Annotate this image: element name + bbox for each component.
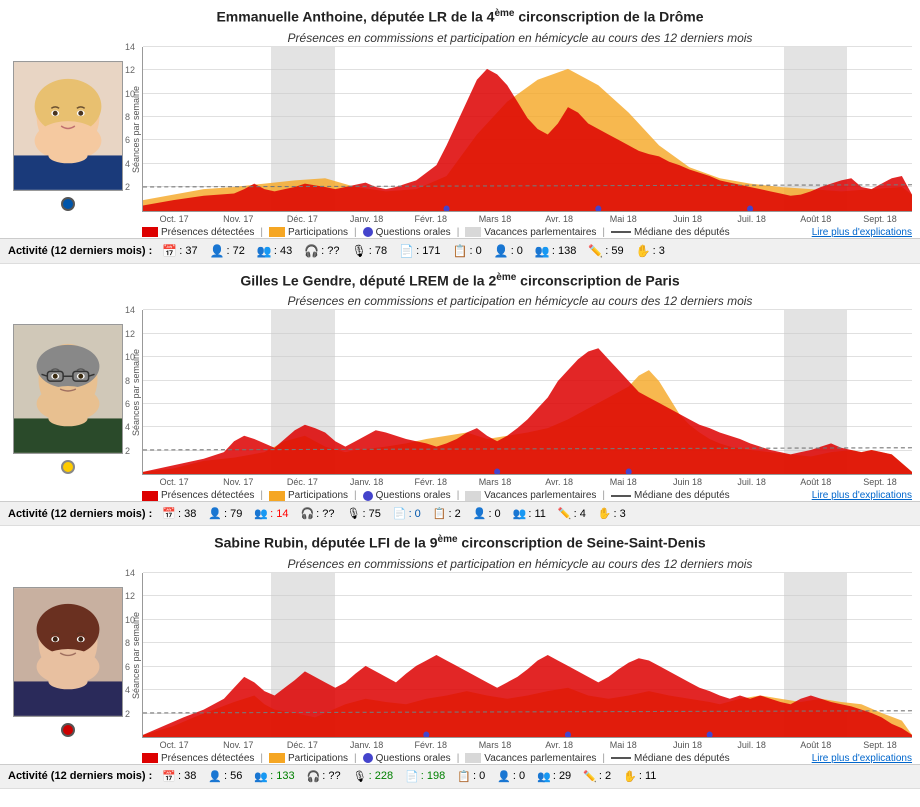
legend-color-participations (269, 227, 285, 237)
x-axis-anthoine: Oct. 17 Nov. 17 Déc. 17 Janv. 18 Févr. 1… (142, 212, 912, 224)
ar-0: 📅: 38 (162, 770, 196, 783)
ar-3: 🎧: ?? (307, 770, 341, 783)
chart-title-anthoine: Présences en commissions et participatio… (128, 31, 912, 45)
deputy-anthoine: Emmanuelle Anthoine, députée LR de la 4è… (0, 0, 920, 264)
x-axis-legendre: Oct. 17 Nov. 17 Déc. 17 Janv. 18 Févr. 1… (142, 475, 912, 487)
chart-wrapper-legendre: Séances par semaine 2 4 6 8 10 12 14 (128, 310, 912, 475)
legend-vacances-2: Vacances parlementaires (465, 490, 596, 501)
ar-1: 👤: 56 (208, 770, 242, 783)
legend-presences-3: Présences détectées (142, 753, 254, 764)
activity-label-legendre: Activité (12 derniers mois) : (8, 508, 152, 520)
legend-questions-3: Questions orales (363, 753, 451, 764)
al-0: 📅: 38 (162, 507, 196, 520)
photo-legendre (13, 324, 123, 454)
legend-mediane-2: Médiane des députés (611, 490, 730, 501)
legend-participations-3: Participations (269, 753, 348, 764)
chart-wrapper-anthoine: Séances par semaine 2 4 6 8 10 12 14 (128, 47, 912, 212)
ar-10: ✋: 11 (623, 770, 656, 783)
photo-col-rubin (8, 557, 128, 737)
photo-rubin (13, 587, 123, 717)
x-axis-rubin: Oct. 17 Nov. 17 Déc. 17 Janv. 18 Févr. 1… (142, 738, 912, 750)
chart-wrapper-rubin: Séances par semaine 2 4 6 8 10 12 14 (128, 573, 912, 738)
legend-questions: Questions orales (363, 227, 451, 238)
activity-label-anthoine: Activité (12 derniers mois) : (8, 245, 152, 257)
party-dot-rubin (61, 723, 75, 737)
chart-area-rubin: Présences en commissions et participatio… (0, 557, 920, 764)
deputy-rubin: Sabine Rubin, députée LFI de la 9ème cir… (0, 526, 920, 789)
chart-container-legendre: Présences en commissions et participatio… (128, 294, 912, 501)
chart-inner-rubin: 2 4 6 8 10 12 14 (142, 573, 912, 738)
legend-vacances: Vacances parlementaires (465, 227, 596, 238)
legend-dot-questions (363, 227, 373, 237)
deputy-legendre-title: Gilles Le Gendre, député LREM de la 2ème… (0, 272, 920, 289)
party-dot-anthoine (61, 197, 75, 211)
photo-col-anthoine (8, 31, 128, 211)
ar-5: 📄: 198 (405, 770, 445, 783)
activity-bar-anthoine: Activité (12 derniers mois) : 📅: 37 👤: 7… (0, 238, 920, 263)
activity-bar-legendre: Activité (12 derniers mois) : 📅: 38 👤: 7… (0, 501, 920, 525)
al-4: 🎙: 75 (347, 507, 381, 520)
photo-anthoine (13, 61, 123, 191)
al-10: ✋: 3 (598, 507, 626, 520)
deputy-legendre: Gilles Le Gendre, député LREM de la 2ème… (0, 264, 920, 527)
activity-item-3: 🎧: ?? (304, 244, 339, 258)
legend-mediane-3: Médiane des députés (611, 753, 730, 764)
party-dot-legendre (61, 460, 75, 474)
legend-color-presences (142, 227, 158, 237)
photo-col-legendre (8, 294, 128, 474)
legend-presences-2: Présences détectées (142, 490, 254, 501)
al-1: 👤: 79 (208, 507, 242, 520)
activity-item-8: 👥: 138 (535, 244, 576, 258)
al-2: 👥: 14 (254, 507, 288, 520)
activity-item-1: 👤: 72 (210, 244, 245, 258)
legend-vacances-3: Vacances parlementaires (465, 753, 596, 764)
legend-anthoine: Présences détectées | Participations | Q… (128, 227, 912, 238)
ar-4: 🎙: 228 (353, 770, 393, 783)
activity-item-10: ✋: 3 (636, 244, 665, 258)
legend-link-legendre[interactable]: Lire plus d'explications (812, 490, 912, 501)
legend-participations: Participations (269, 227, 348, 238)
activity-item-5: 📄: 171 (399, 244, 440, 258)
legend-presences: Présences détectées (142, 227, 254, 238)
chart-container-anthoine: Présences en commissions et participatio… (128, 31, 912, 238)
ar-7: 👤: 0 (497, 770, 525, 783)
legend-questions-2: Questions orales (363, 490, 451, 501)
chart-inner-anthoine: 2 4 6 8 10 12 14 (142, 47, 912, 212)
activity-item-7: 👤: 0 (494, 244, 523, 258)
legend-participations-2: Participations (269, 490, 348, 501)
legend-line-mediane (611, 231, 631, 233)
chart-area-legendre: Présences en commissions et participatio… (0, 294, 920, 501)
ar-9: ✏️: 2 (583, 770, 611, 783)
legend-link-rubin[interactable]: Lire plus d'explications (812, 753, 912, 764)
legend-mediane: Médiane des députés (611, 227, 730, 238)
activity-item-4: 🎙: 78 (352, 244, 388, 258)
al-6: 📋: 2 (433, 507, 461, 520)
activity-item-0: 📅: 37 (162, 244, 197, 258)
al-5: 📄: 0 (393, 507, 421, 520)
chart-inner-legendre: 2 4 6 8 10 12 14 (142, 310, 912, 475)
legend-color-vacances (465, 227, 481, 237)
ar-2: 👥: 133 (254, 770, 294, 783)
ar-6: 📋: 0 (457, 770, 485, 783)
chart-title-legendre: Présences en commissions et participatio… (128, 294, 912, 308)
legend-legendre: Présences détectées | Participations | Q… (128, 490, 912, 501)
al-7: 👤: 0 (473, 507, 501, 520)
legend-link-anthoine[interactable]: Lire plus d'explications (812, 227, 912, 238)
chart-container-rubin: Présences en commissions et participatio… (128, 557, 912, 764)
al-8: 👥: 11 (513, 507, 546, 520)
activity-item-6: 📋: 0 (453, 244, 482, 258)
activity-bar-rubin: Activité (12 derniers mois) : 📅: 38 👤: 5… (0, 764, 920, 788)
ar-8: 👥: 29 (537, 770, 571, 783)
deputy-anthoine-title: Emmanuelle Anthoine, députée LR de la 4è… (0, 8, 920, 25)
legend-rubin: Présences détectées | Participations | Q… (128, 753, 912, 764)
activity-item-2: 👥: 43 (257, 244, 292, 258)
deputy-rubin-title: Sabine Rubin, députée LFI de la 9ème cir… (0, 534, 920, 551)
al-9: ✏️: 4 (558, 507, 586, 520)
activity-label-rubin: Activité (12 derniers mois) : (8, 770, 152, 782)
chart-title-rubin: Présences en commissions et participatio… (128, 557, 912, 571)
activity-item-9: ✏️: 59 (588, 244, 623, 258)
chart-area-anthoine: Présences en commissions et participatio… (0, 31, 920, 238)
al-3: 🎧: ?? (300, 507, 334, 520)
